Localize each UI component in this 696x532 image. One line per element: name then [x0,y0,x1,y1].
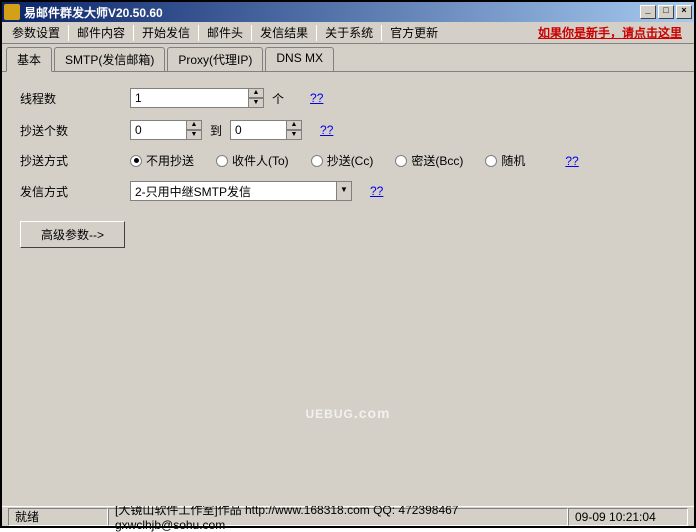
radio-dot-icon [395,155,407,167]
cc-to-up[interactable]: ▲ [286,120,302,130]
cc-to-spinner[interactable]: ▲ ▼ [230,120,302,140]
status-info: [大镜山软件工作室]作品 http://www.168318.com QQ: 4… [108,508,568,526]
cc-to-label: 到 [210,122,222,139]
window-title: 易邮件群发大师V20.50.60 [24,4,640,21]
cc-mode-help[interactable]: ?? [565,154,578,168]
close-button[interactable]: × [676,5,692,19]
send-mode-input[interactable] [130,181,336,201]
menu-content[interactable]: 邮件内容 [71,22,131,43]
menubar: 参数设置 邮件内容 开始发信 邮件头 发信结果 关于系统 官方更新 如果你是新手… [2,22,694,44]
maximize-button[interactable]: □ [658,5,674,19]
cc-count-label: 抄送个数 [20,122,130,139]
app-icon [4,4,20,20]
threads-spinner[interactable]: ▲ ▼ [130,88,264,108]
watermark: UEBUG.com [305,389,390,426]
tab-proxy[interactable]: Proxy(代理IP) [167,47,263,72]
tab-dns[interactable]: DNS MX [265,47,334,72]
send-mode-help[interactable]: ?? [370,184,383,198]
content-panel: 线程数 ▲ ▼ 个 ?? 抄送个数 ▲ ▼ 到 [2,71,694,506]
advanced-params-button[interactable]: 高级参数--> [20,221,125,248]
threads-help[interactable]: ?? [310,91,323,105]
radio-no-cc[interactable]: 不用抄送 [130,152,194,169]
radio-dot-icon [311,155,323,167]
cc-count-help[interactable]: ?? [320,123,333,137]
cc-to-down[interactable]: ▼ [286,130,302,140]
statusbar: 就绪 [大镜山软件工作室]作品 http://www.168318.com QQ… [2,506,694,526]
chevron-down-icon[interactable]: ▼ [336,181,352,201]
menu-params[interactable]: 参数设置 [6,22,66,43]
cc-from-input[interactable] [130,120,186,140]
tab-basic[interactable]: 基本 [6,47,52,72]
radio-to[interactable]: 收件人(To) [216,152,289,169]
titlebar: 易邮件群发大师V20.50.60 _ □ × [2,2,694,22]
cc-mode-label: 抄送方式 [20,152,130,169]
threads-input[interactable] [130,88,248,108]
cc-to-input[interactable] [230,120,286,140]
menu-start[interactable]: 开始发信 [136,22,196,43]
status-ready: 就绪 [8,508,108,526]
menu-about[interactable]: 关于系统 [319,22,379,43]
radio-dot-icon [130,155,142,167]
menu-result[interactable]: 发信结果 [254,22,314,43]
status-time: 09-09 10:21:04 [568,508,688,526]
threads-up[interactable]: ▲ [248,88,264,98]
menu-update[interactable]: 官方更新 [384,22,444,43]
send-mode-label: 发信方式 [20,183,130,200]
threads-label: 线程数 [20,90,130,107]
tabs: 基本 SMTP(发信邮箱) Proxy(代理IP) DNS MX [2,44,694,71]
radio-random[interactable]: 随机 [485,152,525,169]
menu-header[interactable]: 邮件头 [201,22,249,43]
cc-from-spinner[interactable]: ▲ ▼ [130,120,202,140]
threads-unit: 个 [272,90,284,107]
cc-from-up[interactable]: ▲ [186,120,202,130]
cc-from-down[interactable]: ▼ [186,130,202,140]
send-mode-select[interactable]: ▼ [130,181,352,201]
minimize-button[interactable]: _ [640,5,656,19]
radio-bcc[interactable]: 密送(Bcc) [395,152,463,169]
radio-dot-icon [216,155,228,167]
radio-cc[interactable]: 抄送(Cc) [311,152,374,169]
tab-smtp[interactable]: SMTP(发信邮箱) [54,47,165,72]
threads-down[interactable]: ▼ [248,98,264,108]
radio-dot-icon [485,155,497,167]
newbie-help-link[interactable]: 如果你是新手，请点击这里 [538,24,690,41]
